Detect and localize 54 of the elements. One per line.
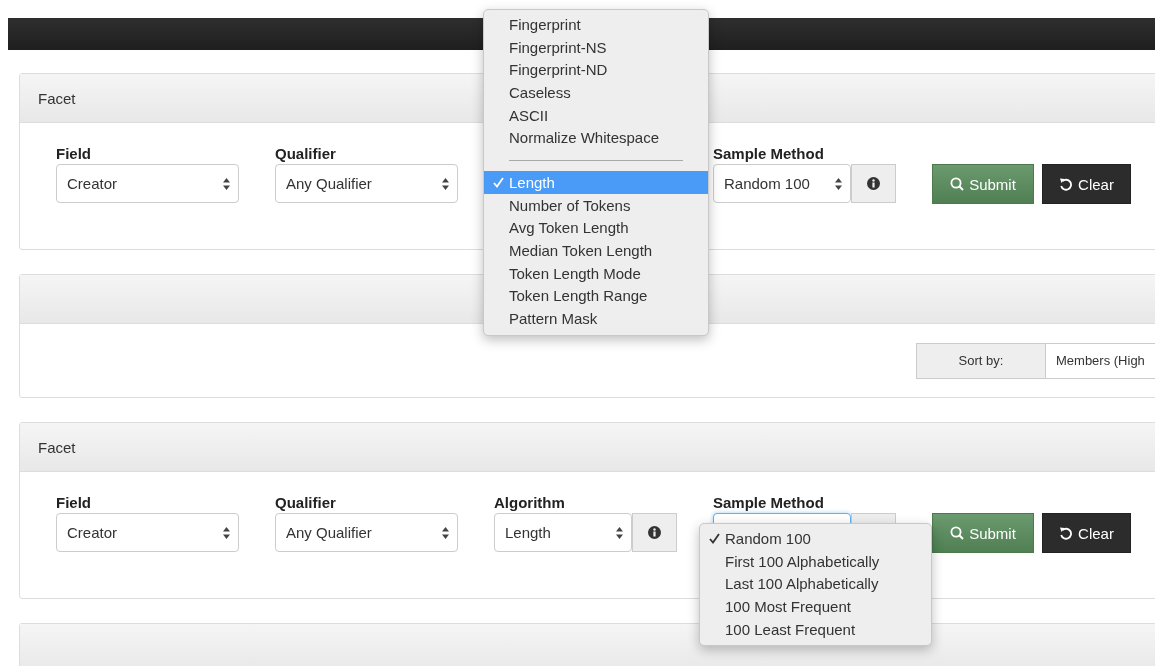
panel-title: Facet [38, 89, 76, 107]
menu-option[interactable]: Pattern Mask [484, 307, 708, 330]
clear-button[interactable]: Clear [1042, 513, 1131, 553]
menu-option[interactable]: Fingerprint [484, 13, 708, 36]
field-label: Sample Method [713, 145, 824, 162]
menu-option[interactable]: Token Length Mode [484, 261, 708, 285]
menu-option[interactable]: 100 Most Frequent [700, 595, 931, 618]
menu-option[interactable]: Median Token Length [484, 239, 708, 262]
menu-option[interactable]: Number of Tokens [484, 193, 708, 217]
field-label: Qualifier [275, 145, 336, 162]
select-arrows-icon [223, 526, 230, 539]
select-arrows-icon [616, 526, 623, 539]
menu-option[interactable]: Normalize Whitespace [484, 126, 708, 150]
undo-icon [1059, 177, 1074, 191]
sort-select[interactable]: Members (High [1046, 342, 1155, 379]
menu-option[interactable]: Random 100 [700, 527, 931, 550]
select-arrows-icon [223, 177, 230, 190]
menu-option[interactable]: Last 100 Alphabetically [700, 572, 931, 596]
checkmark-icon [493, 177, 504, 189]
select-field[interactable]: Any Qualifier [275, 164, 458, 203]
search-icon [950, 526, 965, 540]
submit-button[interactable]: Submit [932, 513, 1034, 553]
info-button[interactable] [851, 164, 896, 203]
menu-option[interactable]: ASCII [484, 103, 708, 127]
submit-button[interactable]: Submit [932, 164, 1034, 204]
sort-by-label: Sort by: [916, 342, 1046, 379]
info-button[interactable] [632, 513, 677, 552]
undo-icon [1059, 526, 1074, 540]
field-label: Sample Method [713, 494, 824, 511]
search-icon [950, 177, 965, 191]
menu-option[interactable]: Caseless [484, 81, 708, 104]
select-arrows-icon [835, 177, 842, 190]
menu-option[interactable]: 100 Least Frequent [700, 617, 931, 641]
select-field[interactable]: Creator [56, 513, 239, 552]
panel-title: Facet [38, 438, 76, 456]
info-icon [648, 526, 661, 539]
menu-option[interactable]: Avg Token Length [484, 216, 708, 240]
select-arrows-icon [442, 177, 449, 190]
select-field[interactable]: Random 100 [713, 164, 851, 203]
select-field[interactable]: Any Qualifier [275, 513, 458, 552]
select-field[interactable]: Creator [56, 164, 239, 203]
field-label: Qualifier [275, 494, 336, 511]
field-label: Field [56, 494, 91, 511]
select-field[interactable]: Length [494, 513, 632, 552]
menu-option[interactable]: Fingerprint-NS [484, 35, 708, 59]
clear-button[interactable]: Clear [1042, 164, 1131, 204]
menu-option[interactable]: First 100 Alphabetically [700, 549, 931, 573]
info-icon [867, 177, 880, 190]
field-label: Field [56, 145, 91, 162]
menu-option[interactable]: Token Length Range [484, 284, 708, 308]
select-arrows-icon [442, 526, 449, 539]
menu-option[interactable]: Fingerprint-ND [484, 58, 708, 82]
field-label: Algorithm [494, 494, 565, 511]
checkmark-icon [709, 533, 720, 544]
